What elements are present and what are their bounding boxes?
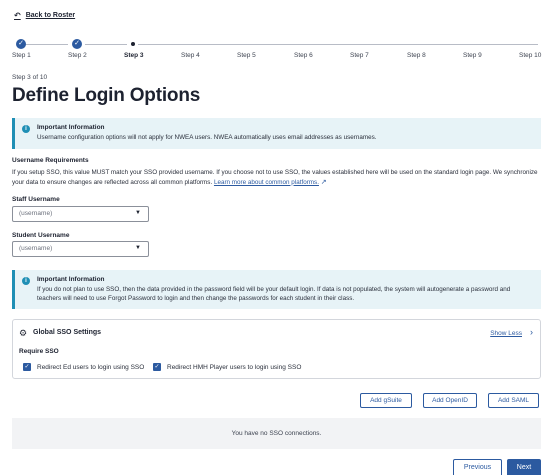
info-title: Important Information	[37, 276, 105, 283]
step-label: Step 7	[350, 52, 369, 59]
checkbox-label: Redirect HMH Player users to login using…	[167, 363, 302, 371]
step-label: Step 6	[294, 52, 313, 59]
chevron-down-icon: ▼	[135, 210, 141, 216]
learn-more-link[interactable]: Learn more about common platforms.	[214, 179, 319, 186]
require-sso-heading: Require SSO	[19, 348, 59, 355]
next-button[interactable]: Next	[507, 459, 541, 475]
back-arrow-icon: ↶	[14, 11, 21, 20]
info-title: Important Information	[37, 124, 105, 131]
student-username-select[interactable]: (username) ▼	[12, 241, 149, 257]
check-icon: ✓	[16, 39, 26, 49]
checkbox-checked-icon[interactable]: ✓	[153, 363, 161, 371]
info-text: Username configuration options will not …	[37, 134, 377, 141]
info-icon: i	[22, 277, 30, 285]
step-label: Step 1	[12, 52, 31, 59]
step-label: Step 8	[407, 52, 426, 59]
sso-card-title: Global SSO Settings	[33, 329, 102, 336]
checkbox-checked-icon[interactable]: ✓	[23, 363, 31, 371]
step-label: Step 2	[68, 52, 87, 59]
step-connector	[23, 44, 68, 45]
student-username-label: Student Username	[12, 232, 70, 239]
step-label: Step 10	[519, 52, 542, 59]
add-openid-button[interactable]: Add OpenID	[423, 393, 477, 408]
show-less-button[interactable]: Show Less	[490, 330, 522, 337]
checkbox-label: Redirect Ed users to login using SSO	[37, 363, 145, 371]
step-count: Step 3 of 10	[12, 74, 48, 81]
global-sso-settings-card: ⚙ Global SSO Settings Show Less › Requir…	[12, 319, 541, 379]
back-link-label: Back to Roster	[25, 12, 76, 19]
step-label: Step 9	[463, 52, 482, 59]
previous-button[interactable]: Previous	[453, 459, 502, 475]
empty-sso-message: You have no SSO connections.	[12, 418, 541, 449]
staff-username-value: (username)	[19, 210, 53, 217]
chevron-right-icon[interactable]: ›	[530, 327, 533, 337]
info-banner-nwea: i Important Information Username configu…	[12, 118, 541, 149]
username-requirements-text: If you setup SSO, this value MUST match …	[12, 168, 540, 187]
info-banner-password: i Important Information If you do not pl…	[12, 270, 541, 309]
add-saml-button[interactable]: Add SAML	[488, 393, 539, 408]
check-icon: ✓	[72, 39, 82, 49]
redirect-ed-checkbox[interactable]: ✓ Redirect Ed users to login using SSO	[23, 363, 144, 371]
step-label: Step 4	[181, 52, 200, 59]
add-gsuite-button[interactable]: Add gSuite	[360, 393, 412, 408]
step-connector	[85, 44, 127, 45]
staff-username-label: Staff Username	[12, 196, 60, 203]
step-connector	[138, 44, 538, 45]
gear-icon: ⚙	[19, 328, 28, 338]
back-to-roster-link[interactable]: ↶ Back to Roster	[14, 11, 75, 20]
step-label: Step 5	[237, 52, 256, 59]
step-label: Step 3	[124, 52, 144, 59]
current-step-dot	[131, 42, 135, 46]
student-username-value: (username)	[19, 245, 53, 252]
chevron-down-icon: ▼	[135, 245, 141, 251]
info-icon: i	[22, 125, 30, 133]
progress-stepper: ✓ Step 1 ✓ Step 2 Step 3 Step 4 Step 5 S…	[0, 38, 550, 68]
redirect-hmh-player-checkbox[interactable]: ✓ Redirect HMH Player users to login usi…	[153, 363, 301, 371]
page-title: Define Login Options	[12, 85, 201, 106]
staff-username-select[interactable]: (username) ▼	[12, 206, 149, 222]
info-text: If you do not plan to use SSO, then the …	[37, 286, 511, 302]
external-link-icon: ↗	[320, 178, 327, 186]
username-requirements-heading: Username Requirements	[12, 157, 89, 164]
